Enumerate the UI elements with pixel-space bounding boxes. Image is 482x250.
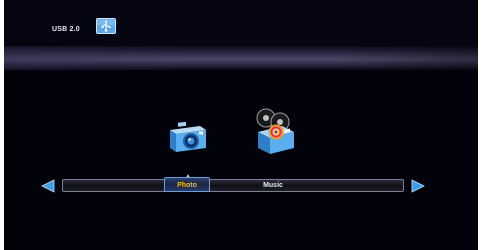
media-menu-bar: Photo Music [62, 177, 404, 192]
header-band-shade [4, 46, 478, 70]
usb-drive-icon[interactable] [96, 18, 116, 34]
menu-item-music[interactable]: Music [253, 180, 293, 191]
menu-item-photo[interactable]: Photo [164, 177, 210, 192]
arrow-left-icon[interactable] [40, 178, 56, 194]
device-label: USB 2.0 [52, 26, 80, 33]
camera-icon[interactable] [166, 118, 208, 156]
arrow-right-icon[interactable] [410, 178, 426, 194]
status-bar [4, 0, 478, 46]
media-player-screen: USB 2.0 Photo Music [0, 0, 482, 250]
speaker-icon[interactable] [252, 108, 296, 156]
